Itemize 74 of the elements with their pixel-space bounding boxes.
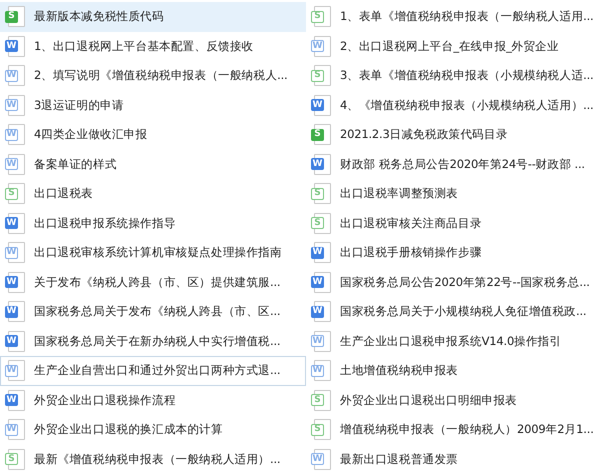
file-name: 4、《增值税纳税申报表（小规模纳税人适用）...: [340, 96, 594, 114]
file-name: 最新版本减免税性质代码: [34, 8, 164, 26]
file-name: 财政部 税务总局公告2020年第24号--财政部 ...: [340, 156, 585, 173]
file-name: 2021.2.3日减免税政策代码目录: [340, 126, 508, 144]
file-name: 国家税务总局关于在新办纳税人中实行增值税...: [34, 332, 280, 350]
file-name: 出口退税手册核销操作步骤: [340, 244, 482, 262]
file-item[interactable]: W 2、出口退税网上平台_在线申报_外贸企业: [306, 32, 600, 61]
file-name: 最新出口退税普通发票: [340, 450, 458, 468]
file-name: 关于发布《纳税人跨县（市、区）提供建筑服...: [34, 274, 280, 291]
file-item[interactable]: W 外贸企业出口退税操作流程: [0, 386, 306, 415]
file-name: 外贸企业出口退税出口明细申报表: [340, 392, 518, 409]
file-item[interactable]: W 国家税务总局关于发布《纳税人跨县（市、区...: [0, 297, 306, 326]
file-name: 最新《增值税纳税申报表（一般纳税人适用）...: [34, 450, 280, 468]
file-name: 生产企业自营出口和通过外贸出口两种方式退...: [34, 362, 280, 380]
file-item[interactable]: W 备案单证的样式: [0, 150, 306, 179]
file-name: 2、出口退税网上平台_在线申报_外贸企业: [340, 38, 559, 55]
file-item[interactable]: S 最新《增值税纳税申报表（一般纳税人适用）...: [0, 444, 306, 474]
file-name: 出口退税审核系统计算机审核疑点处理操作指南: [34, 244, 282, 262]
file-item[interactable]: W 1、出口退税网上平台基本配置、反馈接收: [0, 32, 306, 61]
document-file-icon: W: [314, 94, 331, 116]
file-item[interactable]: S 2021.2.3日减免税政策代码目录: [306, 120, 600, 150]
document-file-icon: W: [8, 154, 25, 175]
file-name: 出口退税表: [34, 185, 94, 202]
document-file-icon: W: [314, 36, 331, 57]
document-file-icon: W: [314, 301, 331, 322]
document-file-icon: W: [8, 301, 25, 322]
document-file-icon: W: [8, 36, 25, 57]
file-name: 备案单证的样式: [34, 156, 117, 173]
file-item[interactable]: W 国家税务总局关于在新办纳税人中实行增值税...: [0, 326, 306, 356]
document-file-icon: W: [314, 242, 331, 264]
file-item[interactable]: W 国家税务总局公告2020年第22号--国家税务总...: [306, 268, 600, 297]
file-name: 生产企业出口退税申报系统V14.0操作指引: [340, 332, 562, 350]
document-file-icon: W: [8, 272, 25, 293]
file-name: 土地增值税纳税申报表: [340, 362, 458, 380]
file-item[interactable]: W 出口退税申报系统操作指导: [0, 208, 306, 238]
file-name: 外贸企业出口退税操作流程: [34, 392, 176, 409]
file-item[interactable]: W 生产企业出口退税申报系统V14.0操作指引: [306, 326, 600, 356]
file-item[interactable]: W 财政部 税务总局公告2020年第24号--财政部 ...: [306, 150, 600, 179]
document-file-icon: W: [314, 448, 331, 470]
document-file-icon: W: [8, 94, 25, 116]
file-name: 国家税务总局公告2020年第22号--国家税务总...: [340, 274, 590, 291]
file-item[interactable]: W 4、《增值税纳税申报表（小规模纳税人适用）...: [306, 90, 600, 120]
file-name: 国家税务总局关于小规模纳税人免征增值税政...: [340, 303, 586, 320]
file-name: 国家税务总局关于发布《纳税人跨县（市、区...: [34, 303, 280, 320]
file-name: 出口退税申报系统操作指导: [34, 214, 176, 232]
file-name: 1、出口退税网上平台基本配置、反馈接收: [34, 38, 254, 55]
spreadsheet-file-icon: S: [314, 124, 331, 146]
file-item[interactable]: W 最新出口退税普通发票: [306, 444, 600, 474]
file-item[interactable]: W 国家税务总局关于小规模纳税人免征增值税政...: [306, 297, 600, 326]
file-name: 外贸企业出口退税的换汇成本的计算: [34, 421, 223, 438]
file-name: 2、填写说明《增值税纳税申报表（一般纳税人...: [34, 67, 288, 84]
file-item[interactable]: S 最新版本减免税性质代码: [0, 2, 306, 32]
file-name: 增值税纳税申报表（一般纳税人）2009年2月1...: [340, 421, 594, 438]
file-name: 4四类企业做收汇申报: [34, 126, 148, 144]
spreadsheet-file-icon: S: [8, 6, 25, 28]
file-item[interactable]: S 出口退税审核关注商品目录: [306, 208, 600, 238]
file-item[interactable]: W 关于发布《纳税人跨县（市、区）提供建筑服...: [0, 268, 306, 297]
spreadsheet-file-icon: S: [314, 390, 331, 411]
document-file-icon: W: [8, 330, 25, 352]
file-item[interactable]: W 出口退税手册核销操作步骤: [306, 238, 600, 268]
document-file-icon: W: [314, 272, 331, 293]
file-name: 出口退税率调整预测表: [340, 185, 458, 202]
document-file-icon: W: [314, 154, 331, 175]
document-file-icon: W: [8, 390, 25, 411]
document-file-icon: W: [8, 212, 25, 234]
file-item[interactable]: S 外贸企业出口退税出口明细申报表: [306, 386, 600, 415]
file-name: 3、表单《增值税纳税申报表（小规模纳税人适...: [340, 67, 594, 84]
document-file-icon: W: [314, 330, 331, 352]
spreadsheet-file-icon: S: [8, 448, 25, 470]
file-name: 3退运证明的申请: [34, 96, 124, 114]
file-name: 出口退税审核关注商品目录: [340, 214, 482, 232]
file-item[interactable]: W 3退运证明的申请: [0, 90, 306, 120]
file-name: 1、表单《增值税纳税申报表（一般纳税人适用...: [340, 8, 594, 26]
spreadsheet-file-icon: S: [314, 212, 331, 234]
